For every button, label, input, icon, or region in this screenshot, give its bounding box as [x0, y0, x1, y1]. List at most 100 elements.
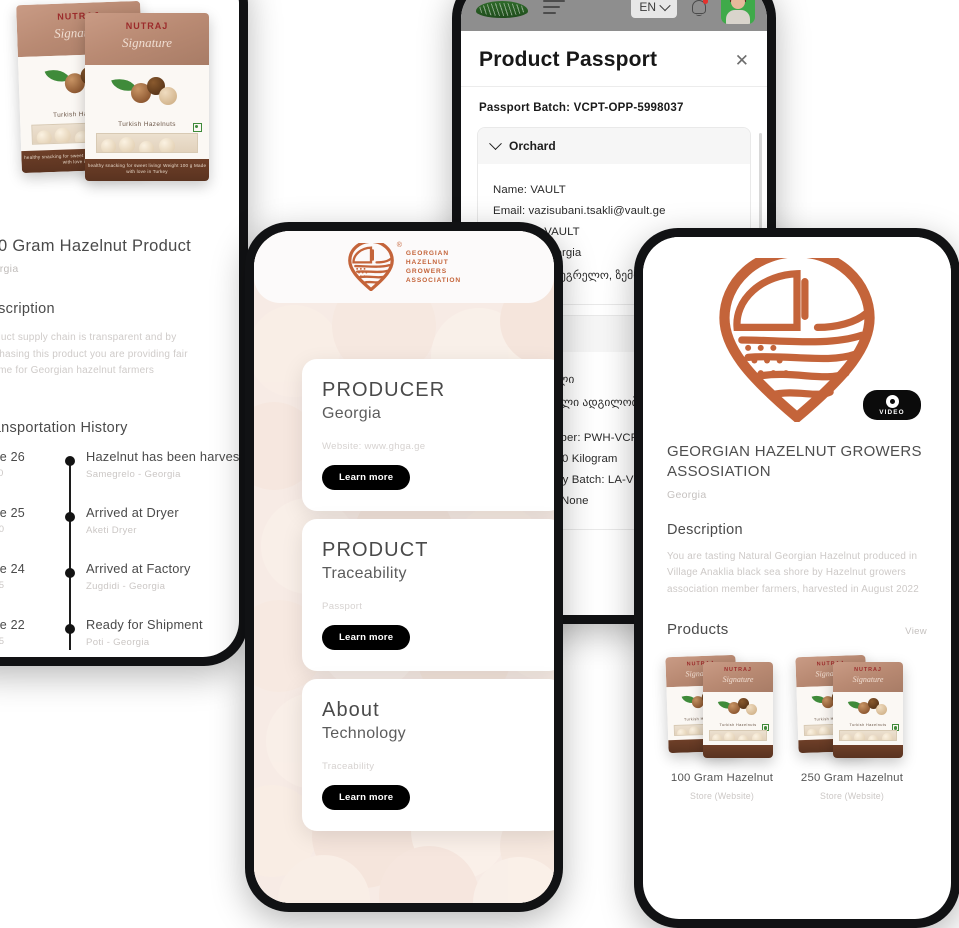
- package-brand: NUTRAJ: [125, 21, 169, 31]
- about-card-title: About: [322, 699, 380, 721]
- video-play-icon: [885, 394, 899, 408]
- timeline-event: Arrived at Dryer: [86, 504, 179, 520]
- timeline-date: June 25: [0, 505, 25, 520]
- user-avatar[interactable]: [721, 0, 755, 24]
- product-name-100g: 100 Gram Hazelnut: [670, 772, 774, 785]
- timeline-date: June 24: [0, 561, 25, 576]
- timeline-location: Samegrelo - Georgia: [86, 468, 181, 480]
- pkg-script: Signature: [722, 675, 754, 685]
- pkg-script: Signature: [852, 675, 884, 685]
- timeline-dot-icon: [64, 455, 75, 466]
- about-learn-more-button[interactable]: Learn more: [322, 785, 411, 810]
- timeline-time: 13:05: [0, 635, 5, 647]
- package-front: NUTRAJ Signature Turkish Hazelnuts: [833, 662, 903, 759]
- organization-phone-screen: VIDEO GEORGIAN HAZELNUT GROWERS ASSOSIAT…: [643, 237, 951, 919]
- orchard-logo-icon[interactable]: ORCHARD: [473, 0, 531, 20]
- organization-info: GEORGIAN HAZELNUT GROWERS ASSOSIATION Ge…: [643, 442, 951, 801]
- timeline-time: 11:00: [0, 467, 4, 479]
- organization-phone-frame: VIDEO GEORGIAN HAZELNUT GROWERS ASSOSIAT…: [634, 228, 959, 928]
- producer-card-subtitle: Georgia: [322, 405, 382, 422]
- pkg-brand: NUTRAJ: [854, 667, 882, 674]
- timeline-event: Hazelnut has been harvested: [86, 448, 239, 464]
- products-heading: Products: [667, 621, 729, 639]
- timeline-time: 09:45: [0, 579, 5, 591]
- organization-logo-area: VIDEO: [643, 237, 951, 442]
- product-card-100g[interactable]: NUTRAJ Signature Turkish Hazelnuts: [665, 652, 777, 801]
- product-name-250g: 250 Gram Hazelnut: [800, 772, 904, 785]
- product-card-title: PRODUCT: [322, 539, 429, 561]
- timeline-time: 20:30: [0, 523, 5, 535]
- org-description-text: You are tasting Natural Georgian Hazelnu…: [667, 551, 919, 595]
- registered-mark-icon: ®: [396, 242, 402, 249]
- producer-learn-more-button[interactable]: Learn more: [322, 465, 411, 490]
- package-base-text: healthy snacking for sweet living! Weigh…: [87, 163, 207, 174]
- timeline-location: Aketi Dryer: [86, 524, 137, 536]
- timeline-row: June 25 20:30 Arrived at Dryer Aketi Dry…: [0, 504, 217, 562]
- timeline-dot-icon: [64, 567, 75, 578]
- product-origin: Georgia: [0, 263, 19, 275]
- orchard-logo-text: ORCHARD: [473, 0, 531, 1]
- landing-phone-screen: ® GEORGIAN HAZELNUT GROWERS ASSOCIATION PRO…: [254, 231, 554, 903]
- product-hero-image: NUTRAJ Signature Turkish Hazelnuts healt…: [0, 0, 239, 221]
- timeline-dot-icon: [64, 511, 75, 522]
- timeline-date: June 26: [0, 449, 25, 464]
- accordion-orchard-label: Orchard: [509, 139, 556, 153]
- video-badge-button[interactable]: VIDEO: [863, 390, 921, 420]
- accordion-orchard-header[interactable]: Orchard: [478, 128, 750, 164]
- notification-bell[interactable]: [689, 0, 709, 17]
- product-card-subtitle: Traceability: [322, 565, 407, 582]
- modal-header: Product Passport ✕: [461, 31, 767, 87]
- orchard-row-name: Name: VAULT: [493, 184, 566, 196]
- chevron-down-icon: [659, 0, 671, 12]
- modal-title: Product Passport: [479, 48, 658, 71]
- package-label: Turkish Hazelnuts: [118, 121, 176, 128]
- about-card-detail: Traceability: [322, 761, 375, 772]
- ghga-hazelnut-logo-svg: [719, 257, 875, 422]
- package-front: NUTRAJ Signature Turkish Hazelnuts: [703, 662, 773, 759]
- products-header-row: Products View: [667, 621, 927, 638]
- orchard-row-email: Email: vazisubani.tsakli@vault.ge: [493, 205, 666, 217]
- product-card[interactable]: PRODUCT Traceability Passport Learn more: [302, 519, 554, 671]
- transportation-history-heading: Transportation History: [0, 419, 128, 436]
- landing-header: ® GEORGIAN HAZELNUT GROWERS ASSOCIATION: [254, 231, 554, 303]
- organization-name: GEORGIAN HAZELNUT GROWERS ASSOSIATION: [667, 443, 922, 480]
- description-heading: Description: [0, 301, 55, 317]
- transportation-timeline: June 26 11:00 Hazelnut has been harveste…: [0, 449, 239, 658]
- org-description-heading: Description: [667, 522, 743, 538]
- language-selector[interactable]: EN: [631, 0, 677, 18]
- chevron-down-icon: [489, 136, 502, 150]
- description-text: Product supply chain is transparent and …: [0, 332, 188, 376]
- timeline-row: June 22 13:05 Ready for Shipment Poti - …: [0, 617, 217, 658]
- product-store-250g[interactable]: Store (Website): [797, 791, 907, 801]
- product-learn-more-button[interactable]: Learn more: [322, 625, 411, 650]
- ghga-logo-svg: [348, 239, 394, 292]
- timeline-event: Arrived at Factory: [86, 560, 191, 576]
- timeline-location: Zugdidi - Georgia: [86, 580, 166, 592]
- video-badge-label: VIDEO: [879, 408, 905, 416]
- passport-batch: Passport Batch: VCPT-OPP-5998037: [479, 102, 684, 114]
- product-package-front: NUTRAJ Signature Turkish Hazelnuts healt…: [85, 13, 209, 181]
- product-card-250g[interactable]: NUTRAJ Signature Turkish Hazelnuts: [795, 652, 907, 801]
- producer-card[interactable]: PRODUCER Georgia Website: www.ghga.ge Le…: [302, 359, 554, 511]
- close-icon[interactable]: ✕: [735, 52, 749, 69]
- product-title: 100 Gram Hazelnut Product: [0, 237, 192, 255]
- about-card[interactable]: About Technology Traceability Learn more: [302, 679, 554, 831]
- landing-phone-frame: ® GEORGIAN HAZELNUT GROWERS ASSOCIATION PRO…: [245, 222, 563, 912]
- product-image-100g: NUTRAJ Signature Turkish Hazelnuts: [665, 652, 777, 762]
- product-detail-phone-frame: NUTRAJ Signature Turkish Hazelnuts healt…: [0, 0, 248, 666]
- product-store-100g[interactable]: Store (Website): [667, 791, 777, 801]
- timeline-row: June 26 11:00 Hazelnut has been harveste…: [0, 449, 239, 506]
- organization-location: Georgia: [667, 489, 707, 501]
- app-top-nav: ORCHARD EN: [461, 0, 767, 31]
- pkg-brand: NUTRAJ: [724, 667, 752, 674]
- hamburger-icon[interactable]: [543, 0, 565, 14]
- timeline-location: Poti - Georgia: [86, 636, 150, 648]
- products-view-link[interactable]: View: [905, 626, 927, 637]
- language-label: EN: [639, 0, 656, 14]
- package-script: Signature: [121, 35, 173, 50]
- ghga-logo-text: GEORGIAN HAZELNUT GROWERS ASSOCIATION: [405, 250, 462, 284]
- product-card-detail: Passport: [322, 601, 363, 612]
- ghga-logo-icon[interactable]: ®: [347, 239, 402, 292]
- producer-card-title: PRODUCER: [322, 379, 446, 401]
- product-info-body: 100 Gram Hazelnut Product Georgia Descri…: [0, 221, 239, 657]
